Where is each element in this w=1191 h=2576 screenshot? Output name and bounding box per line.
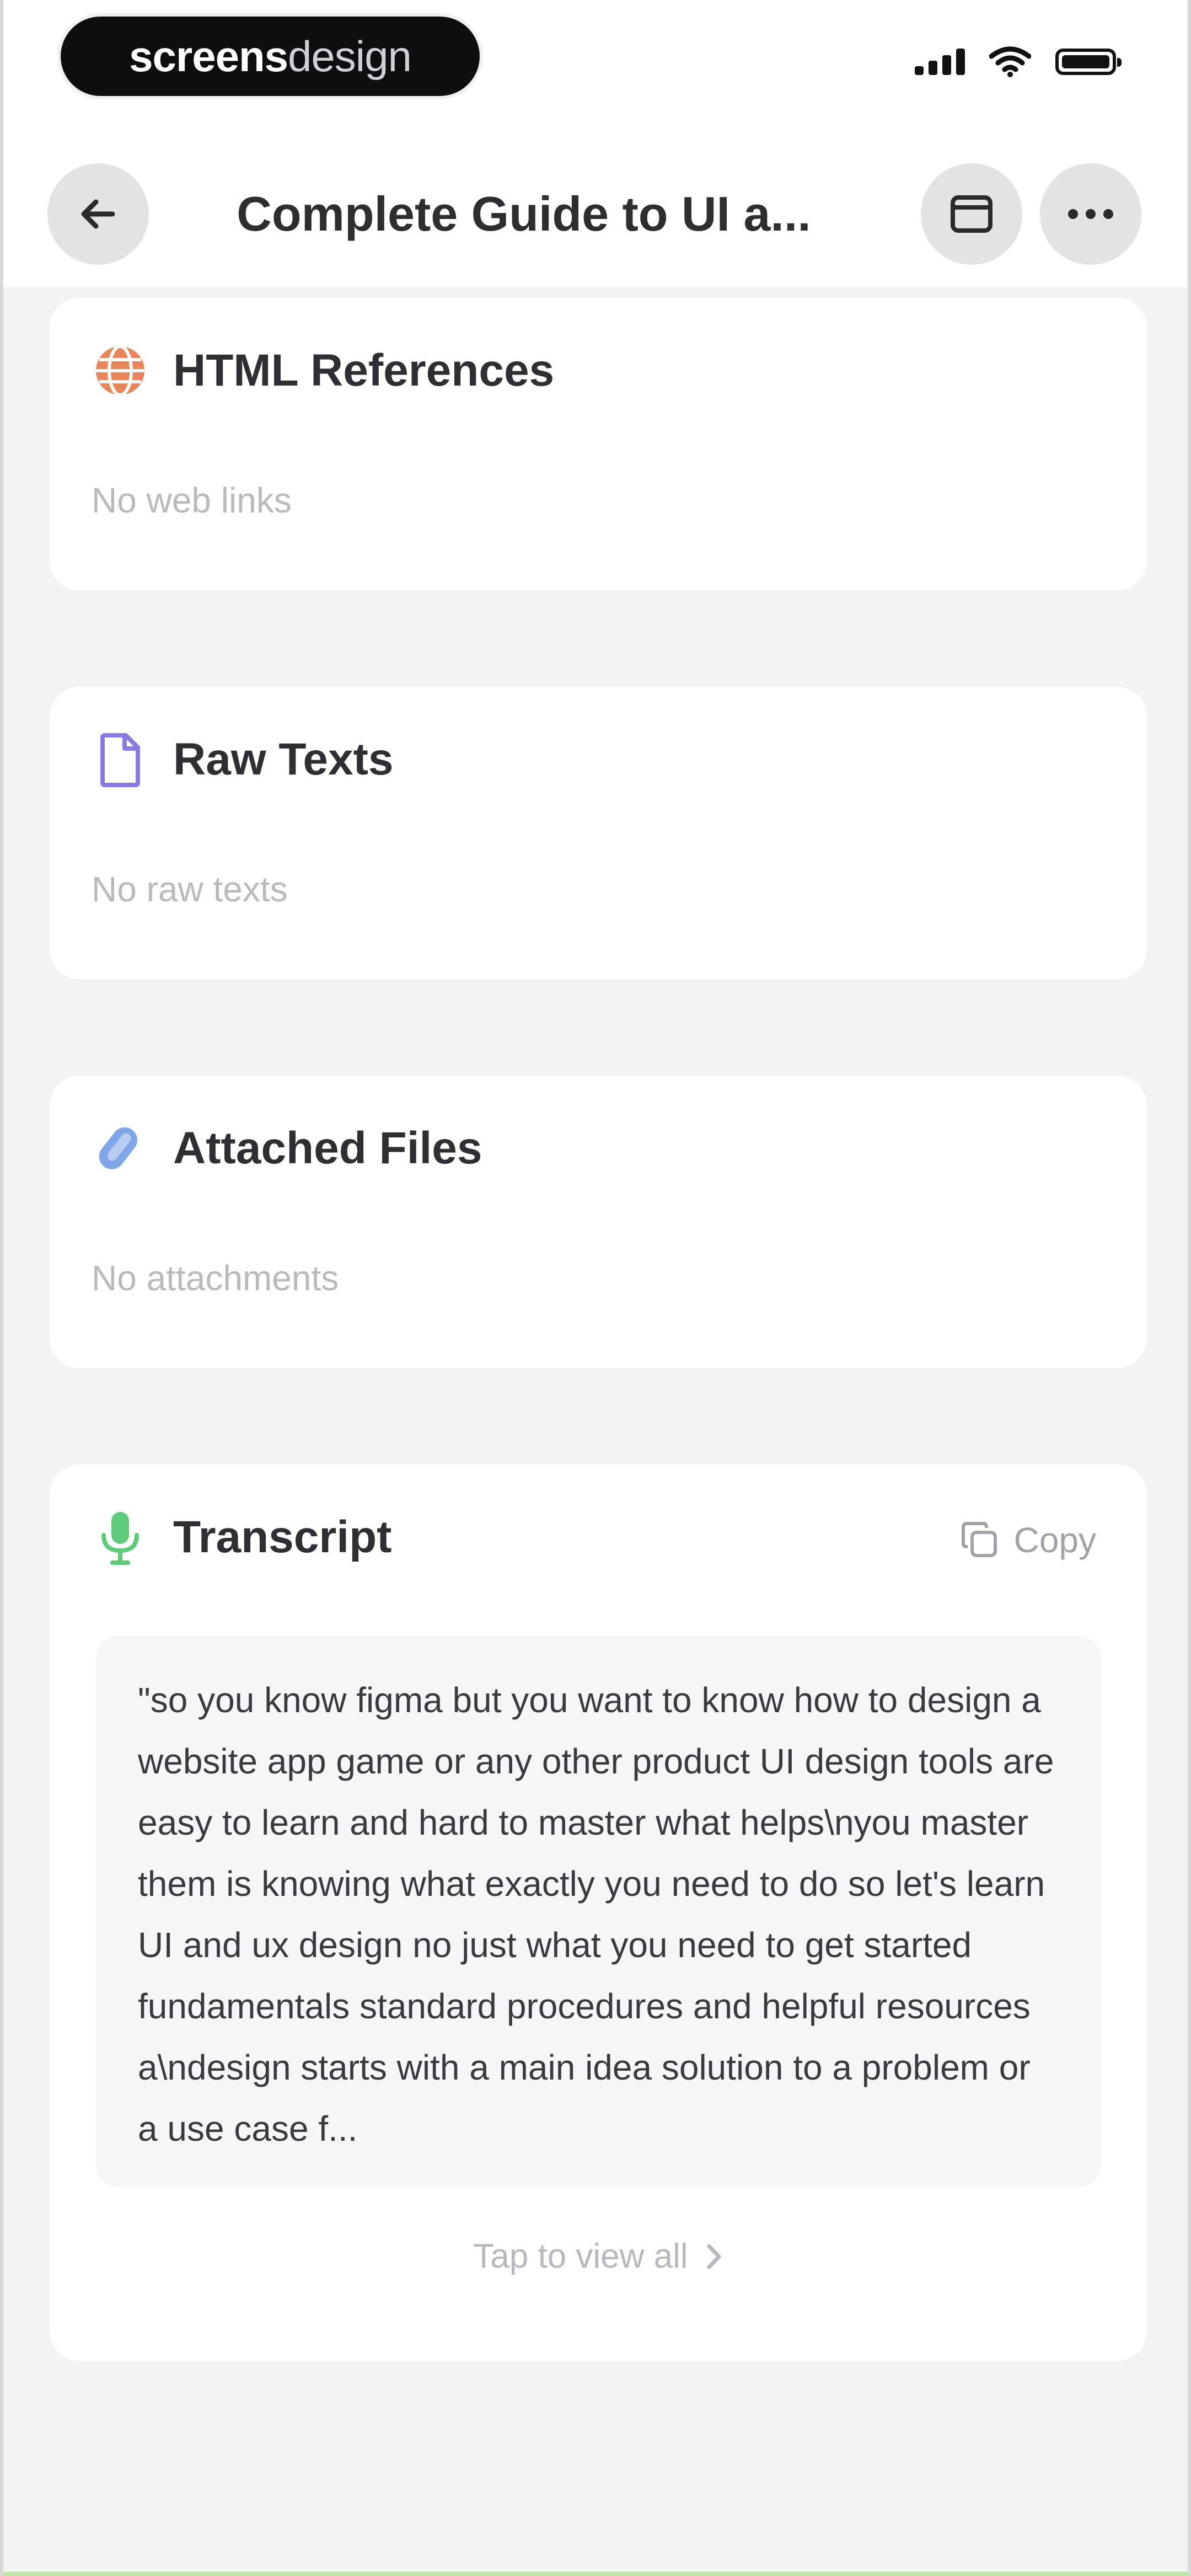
- brand-logo-bold: screens: [129, 31, 288, 81]
- copy-icon: [961, 1522, 997, 1557]
- transcript-card: Transcript Copy "so you know figma but y…: [50, 1465, 1147, 2361]
- cellular-signal-icon: [915, 49, 965, 75]
- transcript-title: Transcript: [173, 1512, 392, 1562]
- brand-logo-light: design: [288, 31, 412, 81]
- view-all-link[interactable]: Tap to view all: [50, 2237, 1147, 2276]
- brand-logo: screens design: [61, 17, 480, 96]
- transcript-header: Transcript: [92, 1509, 391, 1566]
- html-references-title: HTML References: [173, 345, 555, 396]
- window-icon: [951, 195, 993, 233]
- copy-button-label: Copy: [1013, 1520, 1096, 1560]
- transcript-preview[interactable]: "so you know figma but you want to know …: [96, 1636, 1101, 2187]
- more-options-button[interactable]: [1040, 163, 1141, 265]
- attached-files-empty-text: No attachments: [92, 1258, 339, 1298]
- document-icon: [92, 731, 149, 788]
- html-references-header: HTML References: [92, 342, 554, 399]
- page-title: Complete Guide to UI a...: [237, 186, 811, 241]
- chevron-right-icon: [707, 2244, 721, 2269]
- navigation-header: Complete Guide to UI a...: [3, 132, 1188, 287]
- arrow-left-icon: [81, 199, 115, 229]
- html-references-card: HTML References No web links: [50, 298, 1147, 590]
- view-all-label: Tap to view all: [473, 2237, 688, 2275]
- raw-texts-header: Raw Texts: [92, 731, 394, 788]
- attached-files-title: Attached Files: [173, 1123, 482, 1173]
- microphone-icon: [92, 1509, 149, 1566]
- back-button[interactable]: [47, 163, 149, 265]
- paperclip-icon: [92, 1120, 149, 1177]
- window-button[interactable]: [921, 163, 1022, 265]
- status-icons: [915, 46, 1122, 77]
- globe-icon: [92, 342, 149, 399]
- app-screen: screens design Complete Guide to UI a...…: [0, 0, 1191, 2576]
- more-horizontal-icon: [1068, 209, 1113, 219]
- raw-texts-title: Raw Texts: [173, 734, 394, 784]
- raw-texts-card: Raw Texts No raw texts: [50, 687, 1147, 979]
- attached-files-card: Attached Files No attachments: [50, 1076, 1147, 1368]
- battery-icon: [1055, 49, 1122, 75]
- copy-button[interactable]: Copy: [960, 1520, 1096, 1560]
- status-bar: screens design: [3, 0, 1188, 132]
- raw-texts-empty-text: No raw texts: [92, 869, 288, 909]
- bottom-accent-line: [3, 2572, 1188, 2576]
- wifi-icon: [989, 46, 1031, 77]
- transcript-text: "so you know figma but you want to know …: [138, 1680, 1054, 2149]
- html-references-empty-text: No web links: [92, 480, 292, 520]
- attached-files-header: Attached Files: [92, 1120, 482, 1177]
